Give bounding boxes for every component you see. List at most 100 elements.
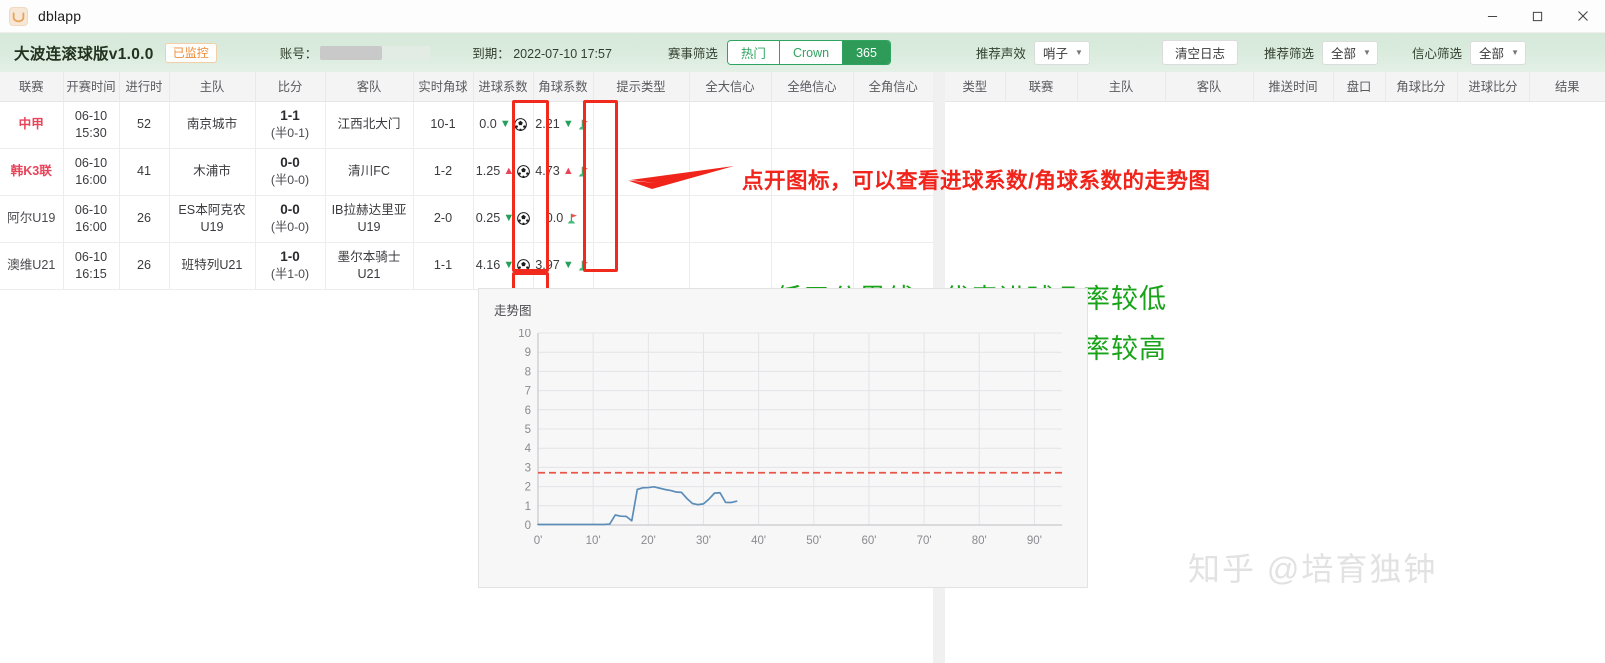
goal-coef-value: 1.25	[475, 164, 501, 178]
push-col-6[interactable]: 角球比分	[1385, 72, 1458, 102]
table-row[interactable]: 中甲 06-10 15:30 52 南京城市 1-1 (半0-1) 江西北大门 10-1 0.0 ▼…	[0, 101, 933, 149]
corner-flag-icon[interactable]	[566, 212, 580, 226]
push-col-2[interactable]: 主队	[1077, 72, 1166, 102]
match-col-9[interactable]: 提示类型	[593, 72, 690, 102]
league-name: 中甲	[18, 117, 44, 131]
push-col-3[interactable]: 客队	[1165, 72, 1254, 102]
chart-xtick-label: 40'	[751, 535, 766, 547]
maximize-button[interactable]	[1515, 0, 1560, 33]
match-col-0[interactable]: 联赛	[0, 72, 64, 102]
match-col-7[interactable]: 进球系数	[473, 72, 534, 102]
match-col-10[interactable]: 全大信心	[689, 72, 772, 102]
recommend-filter-select[interactable]: 全部 ▼	[1321, 40, 1378, 65]
cell-corner-coef[interactable]: 3.97 ▼	[533, 242, 594, 290]
account-value-masked	[320, 45, 383, 60]
match-col-3[interactable]: 主队	[169, 72, 256, 102]
push-col-4[interactable]: 推送时间	[1253, 72, 1334, 102]
match-col-2[interactable]: 进行时	[119, 72, 170, 102]
arrow-down-icon: ▼	[562, 259, 574, 271]
cell-league[interactable]: 韩K3联	[0, 148, 64, 196]
arrow-up-icon: ▲	[562, 165, 574, 177]
clear-log-button[interactable]: 清空日志	[1161, 40, 1238, 65]
live-minute: 52	[136, 117, 151, 131]
cell-score: 1-0 (半1-0)	[255, 242, 326, 290]
soccer-ball-icon[interactable]	[517, 212, 531, 225]
push-col-7[interactable]: 进球比分	[1457, 72, 1530, 102]
cell-away[interactable]: 江西北大门	[325, 101, 414, 149]
cell-tip-type	[593, 148, 690, 196]
cell-minute: 52	[119, 101, 170, 149]
kickoff-date: 06-10	[74, 155, 108, 170]
cell-away[interactable]: 墨尔本骑士U21	[325, 242, 414, 290]
match-col-4[interactable]: 比分	[255, 72, 326, 102]
chart-ytick-label: 2	[525, 482, 531, 494]
cell-corner-coef[interactable]: 4.73 ▲	[533, 148, 594, 196]
cell-league[interactable]: 澳维U21	[0, 242, 64, 290]
live-minute: 26	[136, 211, 151, 225]
chevron-down-icon: ▼	[1075, 48, 1083, 57]
trend-chart-card: 走势图 0 1 2 3 4 5 6 7 8 9 10 0' 10' 20' 30' 40' 50' 60' 70' 8…	[478, 288, 1088, 588]
cell-home[interactable]: 南京城市	[169, 101, 256, 149]
seg-hot[interactable]: 热门	[727, 41, 780, 64]
match-table-header-row: 联赛 开赛时间 进行时 主队 比分 客队 实时角球 进球系数 角球系数 提示类型 全大信心 全绝信心全…	[0, 72, 933, 102]
cell-away[interactable]: IB拉赫达里亚U19	[325, 195, 414, 243]
cell-corner-coef[interactable]: 2.21 ▼	[533, 101, 594, 149]
match-col-8[interactable]: 角球系数	[533, 72, 594, 102]
corner-flag-icon[interactable]	[577, 165, 591, 179]
push-col-8[interactable]: 结果	[1529, 72, 1605, 102]
cell-score: 1-1 (半0-1)	[255, 101, 326, 149]
close-button[interactable]	[1560, 0, 1605, 33]
cell-corner-coef[interactable]: 0.0	[533, 195, 594, 243]
corner-coef-value: 3.97	[535, 258, 560, 272]
cell-league[interactable]: 阿尔U19	[0, 195, 64, 243]
corner-flag-icon[interactable]	[577, 118, 591, 132]
cell-away[interactable]: 清川FC	[325, 148, 414, 196]
away-team: 墨尔本骑士U21	[337, 249, 401, 281]
cell-home[interactable]: 班特列U21	[169, 242, 256, 290]
cell-goal-coef[interactable]: 0.25 ▼	[473, 195, 534, 243]
chart-xtick-label: 90'	[1027, 535, 1042, 547]
seg-365[interactable]: 365	[843, 41, 890, 64]
chart-ytick-label: 7	[525, 386, 531, 398]
score-half: (半0-0)	[270, 173, 310, 188]
chart-ytick-label: 0	[525, 520, 531, 532]
cell-goal-coef[interactable]: 0.0 ▼	[473, 101, 534, 149]
match-col-11[interactable]: 全绝信心	[771, 72, 854, 102]
cell-corners: 10-1	[413, 101, 474, 149]
cell-league[interactable]: 中甲	[0, 101, 64, 149]
match-col-6[interactable]: 实时角球	[413, 72, 474, 102]
trend-chart-plot[interactable]: 0 1 2 3 4 5 6 7 8 9 10 0' 10' 20' 30' 40' 50' 60' 70' 80' 90…	[510, 329, 1070, 552]
soccer-ball-icon[interactable]	[517, 259, 531, 272]
kickoff-date: 06-10	[74, 249, 108, 264]
push-col-1[interactable]: 联赛	[1005, 72, 1078, 102]
cell-corners: 1-1	[413, 242, 474, 290]
cell-goal-coef[interactable]: 4.16 ▼	[473, 242, 534, 290]
minimize-button[interactable]	[1470, 0, 1515, 33]
cell-home[interactable]: ES本阿克农U19	[169, 195, 256, 243]
soccer-ball-icon[interactable]	[513, 118, 527, 131]
chevron-down-icon: ▼	[1363, 48, 1371, 57]
soccer-ball-icon[interactable]	[517, 165, 531, 178]
sound-effect-label: 推荐声效	[975, 47, 1026, 61]
cell-goal-coef[interactable]: 1.25 ▲	[473, 148, 534, 196]
match-col-1[interactable]: 开赛时间	[63, 72, 120, 102]
chart-xtick-label: 70'	[917, 535, 932, 547]
chart-ytick-label: 3	[525, 462, 531, 474]
confidence-filter-select[interactable]: 全部 ▼	[1469, 40, 1526, 65]
league-name: 韩K3联	[10, 164, 52, 178]
cell-home[interactable]: 木浦市	[169, 148, 256, 196]
live-corners: 1-2	[433, 164, 453, 178]
arrow-down-icon: ▼	[499, 118, 511, 130]
match-col-12[interactable]: 全角信心	[853, 72, 933, 102]
match-col-5[interactable]: 客队	[325, 72, 414, 102]
push-col-0[interactable]: 类型	[945, 72, 1006, 102]
cell-corners: 2-0	[413, 195, 474, 243]
sound-effect-select[interactable]: 哨子 ▼	[1033, 40, 1090, 65]
sound-effect-value: 哨子	[1042, 47, 1068, 61]
seg-crown[interactable]: Crown	[779, 41, 844, 64]
push-col-5[interactable]: 盘口	[1333, 72, 1386, 102]
cell-kickoff: 06-10 16:00	[63, 195, 120, 243]
corner-flag-icon[interactable]	[577, 259, 591, 273]
cell-conf-big	[689, 195, 772, 243]
table-row[interactable]: 阿尔U19 06-10 16:00 26 ES本阿克农U19 0-0 (半0-0) IB拉赫达…	[0, 195, 933, 243]
